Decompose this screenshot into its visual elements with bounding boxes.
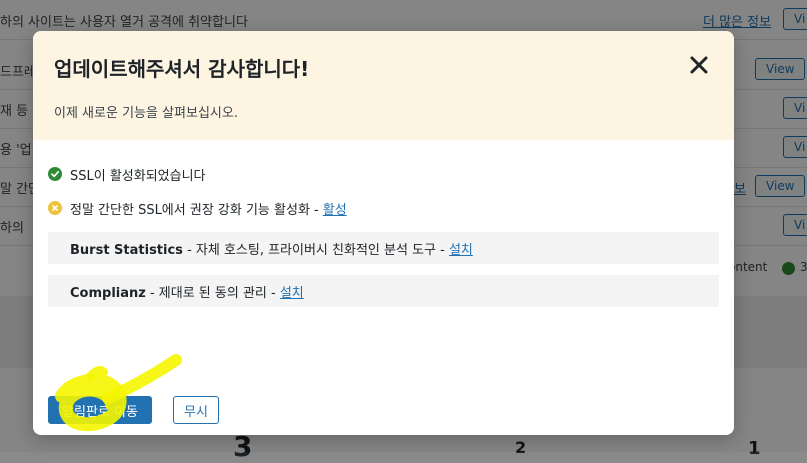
modal-header: 업데이트해주셔서 감사합니다! 이제 새로운 기능을 살펴보십시오. [33, 31, 734, 140]
status-ok-text: SSL이 활성화되었습니다 [70, 168, 206, 184]
warning-circle-icon [48, 201, 62, 215]
install-link[interactable]: 설치 [280, 286, 304, 301]
status-warn-text: 정말 간단한 SSL에서 권장 강화 기능 활성화 - [70, 202, 319, 218]
plugin-name: Burst Statistics [70, 242, 183, 258]
update-modal: 업데이트해주셔서 감사합니다! 이제 새로운 기능을 살펴보십시오. SSL이 … [33, 31, 734, 435]
activate-link[interactable]: 활성 [323, 199, 347, 218]
close-icon [690, 56, 708, 74]
install-link[interactable]: 설치 [449, 243, 473, 258]
plugin-row-burst: Burst Statistics - 자체 호스팅, 프라이버시 친화적인 분석… [48, 232, 719, 264]
check-circle-icon [48, 167, 62, 181]
plugin-name: Complianz [70, 285, 146, 301]
close-button[interactable] [685, 51, 713, 79]
modal-subtitle: 이제 새로운 기능을 살펴보십시오. [54, 106, 238, 121]
modal-title: 업데이트해주셔서 감사합니다! [54, 57, 310, 81]
dismiss-button[interactable]: 무시 [173, 396, 219, 424]
plugin-desc: - 제대로 된 동의 관리 - [145, 285, 280, 301]
go-to-dashboard-button[interactable]: 알림판로 이동 [48, 396, 152, 424]
status-hardening: 정말 간단한 SSL에서 권장 강화 기능 활성화 - 활성 [48, 199, 347, 218]
plugin-desc: - 자체 호스팅, 프라이버시 친화적인 분석 도구 - [182, 242, 449, 258]
plugin-row-complianz: Complianz - 제대로 된 동의 관리 - 설치 [48, 275, 719, 307]
status-ssl-activated: SSL이 활성화되었습니다 [48, 165, 206, 184]
